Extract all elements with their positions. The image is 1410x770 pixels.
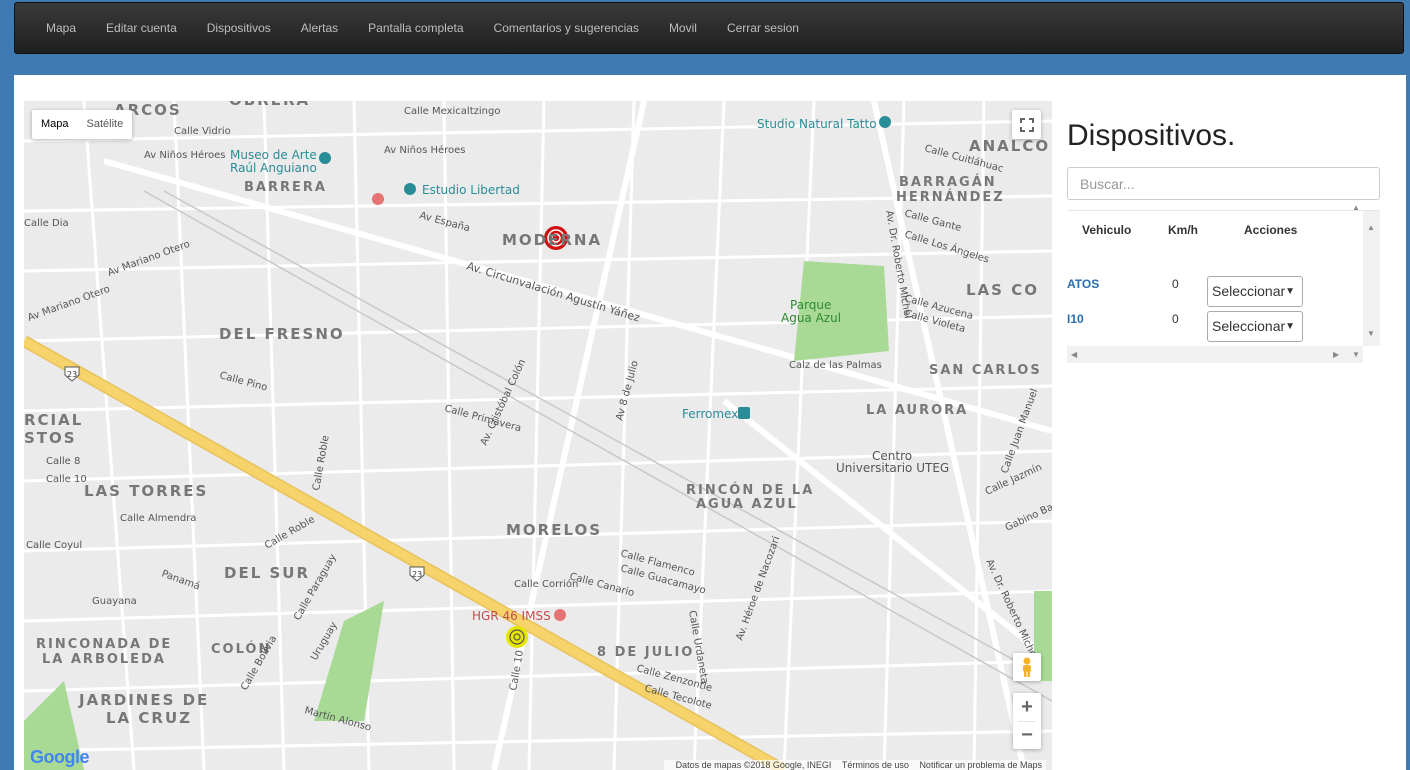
svg-text:23: 23 <box>67 370 77 379</box>
street-label: Calle Vidrio <box>174 126 231 137</box>
header-actions: Acciones <box>1244 223 1298 237</box>
outer-scroll-down-icon[interactable]: ▼ <box>1352 350 1360 359</box>
pegman-button[interactable] <box>1013 653 1041 681</box>
horizontal-scrollbar[interactable]: ◀ ▶ <box>1067 346 1363 363</box>
header-vehicle: Vehiculo <box>1082 223 1132 237</box>
vehicle-link-atos[interactable]: ATOS <box>1067 277 1099 291</box>
terms-link[interactable]: Términos de uso <box>842 760 909 770</box>
street-label: Calle Dia <box>24 218 69 229</box>
street-label: Calle Coyul <box>26 540 82 551</box>
top-navbar: Mapa Editar cuenta Dispositivos Alertas … <box>14 2 1404 54</box>
district-label: AGUA AZUL <box>696 497 798 512</box>
place-label: Universitario UTEG <box>836 461 949 475</box>
report-problem-link[interactable]: Notificar un problema de Maps <box>919 760 1042 770</box>
place-label: Museo de Arte <box>230 148 317 162</box>
vehicle-action-select[interactable]: Seleccionar ▼ <box>1207 311 1303 342</box>
vertical-scrollbar[interactable]: ▲ ▼ <box>1363 211 1380 346</box>
nav-comentarios[interactable]: Comentarios y sugerencias <box>479 21 654 35</box>
place-label: Ferromex <box>682 407 738 421</box>
select-value: Seleccionar <box>1212 283 1286 299</box>
nav-movil[interactable]: Movil <box>654 21 712 35</box>
district-label: LAS CO <box>966 281 1039 299</box>
vehicle-speed: 0 <box>1172 312 1179 326</box>
dropdown-arrow-icon: ▼ <box>1285 286 1295 297</box>
street-label: Av Niños Héroes <box>144 149 226 161</box>
district-label: 8 DE JULIO <box>597 645 694 660</box>
district-label: JARDINES DE <box>78 691 209 709</box>
district-label: STOS <box>24 429 77 447</box>
scroll-left-icon[interactable]: ◀ <box>1071 350 1077 359</box>
district-label: BARRERA <box>244 180 327 195</box>
street-label: Calle 8 <box>46 456 80 467</box>
district-label: RINCONADA DE <box>36 637 172 652</box>
place-label: Estudio Libertad <box>422 183 520 197</box>
place-label: HGR 46 IMSS <box>472 609 551 623</box>
street-label: Calle Almendra <box>120 513 196 524</box>
scroll-right-icon[interactable]: ▶ <box>1333 350 1339 359</box>
district-label: LAS TORRES <box>84 482 208 500</box>
nav-editar-cuenta[interactable]: Editar cuenta <box>91 21 192 35</box>
district-label: MODERNA <box>502 231 602 249</box>
district-label: DEL FRESNO <box>219 325 345 343</box>
select-value: Seleccionar <box>1212 318 1286 334</box>
map-type-control: Mapa Satélite <box>32 110 133 139</box>
district-label: ANALCO <box>969 137 1050 155</box>
street-label: Guayana <box>92 596 137 607</box>
place-label: Parque <box>790 298 831 312</box>
nav-dispositivos[interactable]: Dispositivos <box>192 21 286 35</box>
zoom-out-button[interactable]: − <box>1021 722 1033 749</box>
zoom-in-button[interactable]: + <box>1021 693 1033 721</box>
district-label: LA AURORA <box>866 403 968 418</box>
vehicle-speed: 0 <box>1172 277 1179 291</box>
header-speed: Km/h <box>1168 223 1198 237</box>
street-label: Calle 10 <box>46 474 87 485</box>
svg-text:23: 23 <box>412 570 422 579</box>
devices-sidebar: Dispositivos. Vehiculo Km/h Acciones ATO… <box>1067 119 1381 363</box>
vehicle-action-select[interactable]: Seleccionar ▼ <box>1207 276 1303 307</box>
district-label: RCIAL <box>24 411 83 429</box>
district-label: OBRERA <box>229 101 310 109</box>
nav-cerrar-sesion[interactable]: Cerrar sesion <box>712 21 814 35</box>
district-label: SAN CARLOS <box>929 363 1042 378</box>
district-label: RINCÓN DE LA <box>686 482 814 498</box>
street-label: Av Niños Héroes <box>384 144 466 156</box>
map-data-credit: Datos de mapas ©2018 Google, INEGI <box>675 760 832 770</box>
fullscreen-icon <box>1019 117 1034 132</box>
nav-alertas[interactable]: Alertas <box>286 21 353 35</box>
nav-mapa[interactable]: Mapa <box>31 21 91 35</box>
map-canvas[interactable]: ARCOS OBRERA MODERNA BARRERA ANALCO BARR… <box>24 101 1052 770</box>
street-label: Calle Corrión <box>514 578 578 590</box>
google-logo: Google <box>30 747 90 768</box>
vehicle-link-i10[interactable]: I10 <box>1067 312 1084 326</box>
dropdown-arrow-icon: ▼ <box>1285 321 1295 332</box>
vehicle-marker-yellow[interactable] <box>506 626 528 648</box>
nav-pantalla-completa[interactable]: Pantalla completa <box>353 21 478 35</box>
district-label: LA CRUZ <box>106 709 192 727</box>
map-type-satellite-button[interactable]: Satélite <box>78 110 133 139</box>
search-input[interactable] <box>1067 167 1380 200</box>
district-label: LA ARBOLEDA <box>42 652 166 667</box>
devices-table: Vehiculo Km/h Acciones ATOS 0 Selecciona… <box>1067 203 1380 363</box>
map-view[interactable]: ARCOS OBRERA MODERNA BARRERA ANALCO BARR… <box>24 101 1052 770</box>
place-label: Studio Natural Tatto <box>757 117 877 131</box>
place-label: Raúl Anguiano <box>230 161 317 175</box>
google-logo-text: Google <box>30 747 90 767</box>
content-panel: ARCOS OBRERA MODERNA BARRERA ANALCO BARR… <box>14 75 1406 770</box>
map-type-mapa-button[interactable]: Mapa <box>32 110 78 139</box>
scroll-up-icon[interactable]: ▲ <box>1367 223 1375 232</box>
scroll-down-icon[interactable]: ▼ <box>1367 329 1375 338</box>
street-label: Calle Mexicaltzingo <box>404 106 500 117</box>
district-label: DEL SUR <box>224 564 310 582</box>
devices-title: Dispositivos. <box>1067 119 1236 152</box>
outer-scroll-up-icon[interactable]: ▲ <box>1352 203 1360 212</box>
district-label: HERNÁNDEZ <box>896 189 1005 205</box>
pegman-icon <box>1023 657 1031 677</box>
fullscreen-button[interactable] <box>1012 110 1041 139</box>
street-label: Calz de las Palmas <box>789 360 882 371</box>
zoom-control: + − <box>1013 693 1041 749</box>
place-label: Agua Azul <box>781 311 841 325</box>
district-label: BARRAGÁN <box>899 174 997 190</box>
district-label: MORELOS <box>506 521 602 539</box>
map-footer: Datos de mapas ©2018 Google, INEGI Térmi… <box>663 760 1046 770</box>
